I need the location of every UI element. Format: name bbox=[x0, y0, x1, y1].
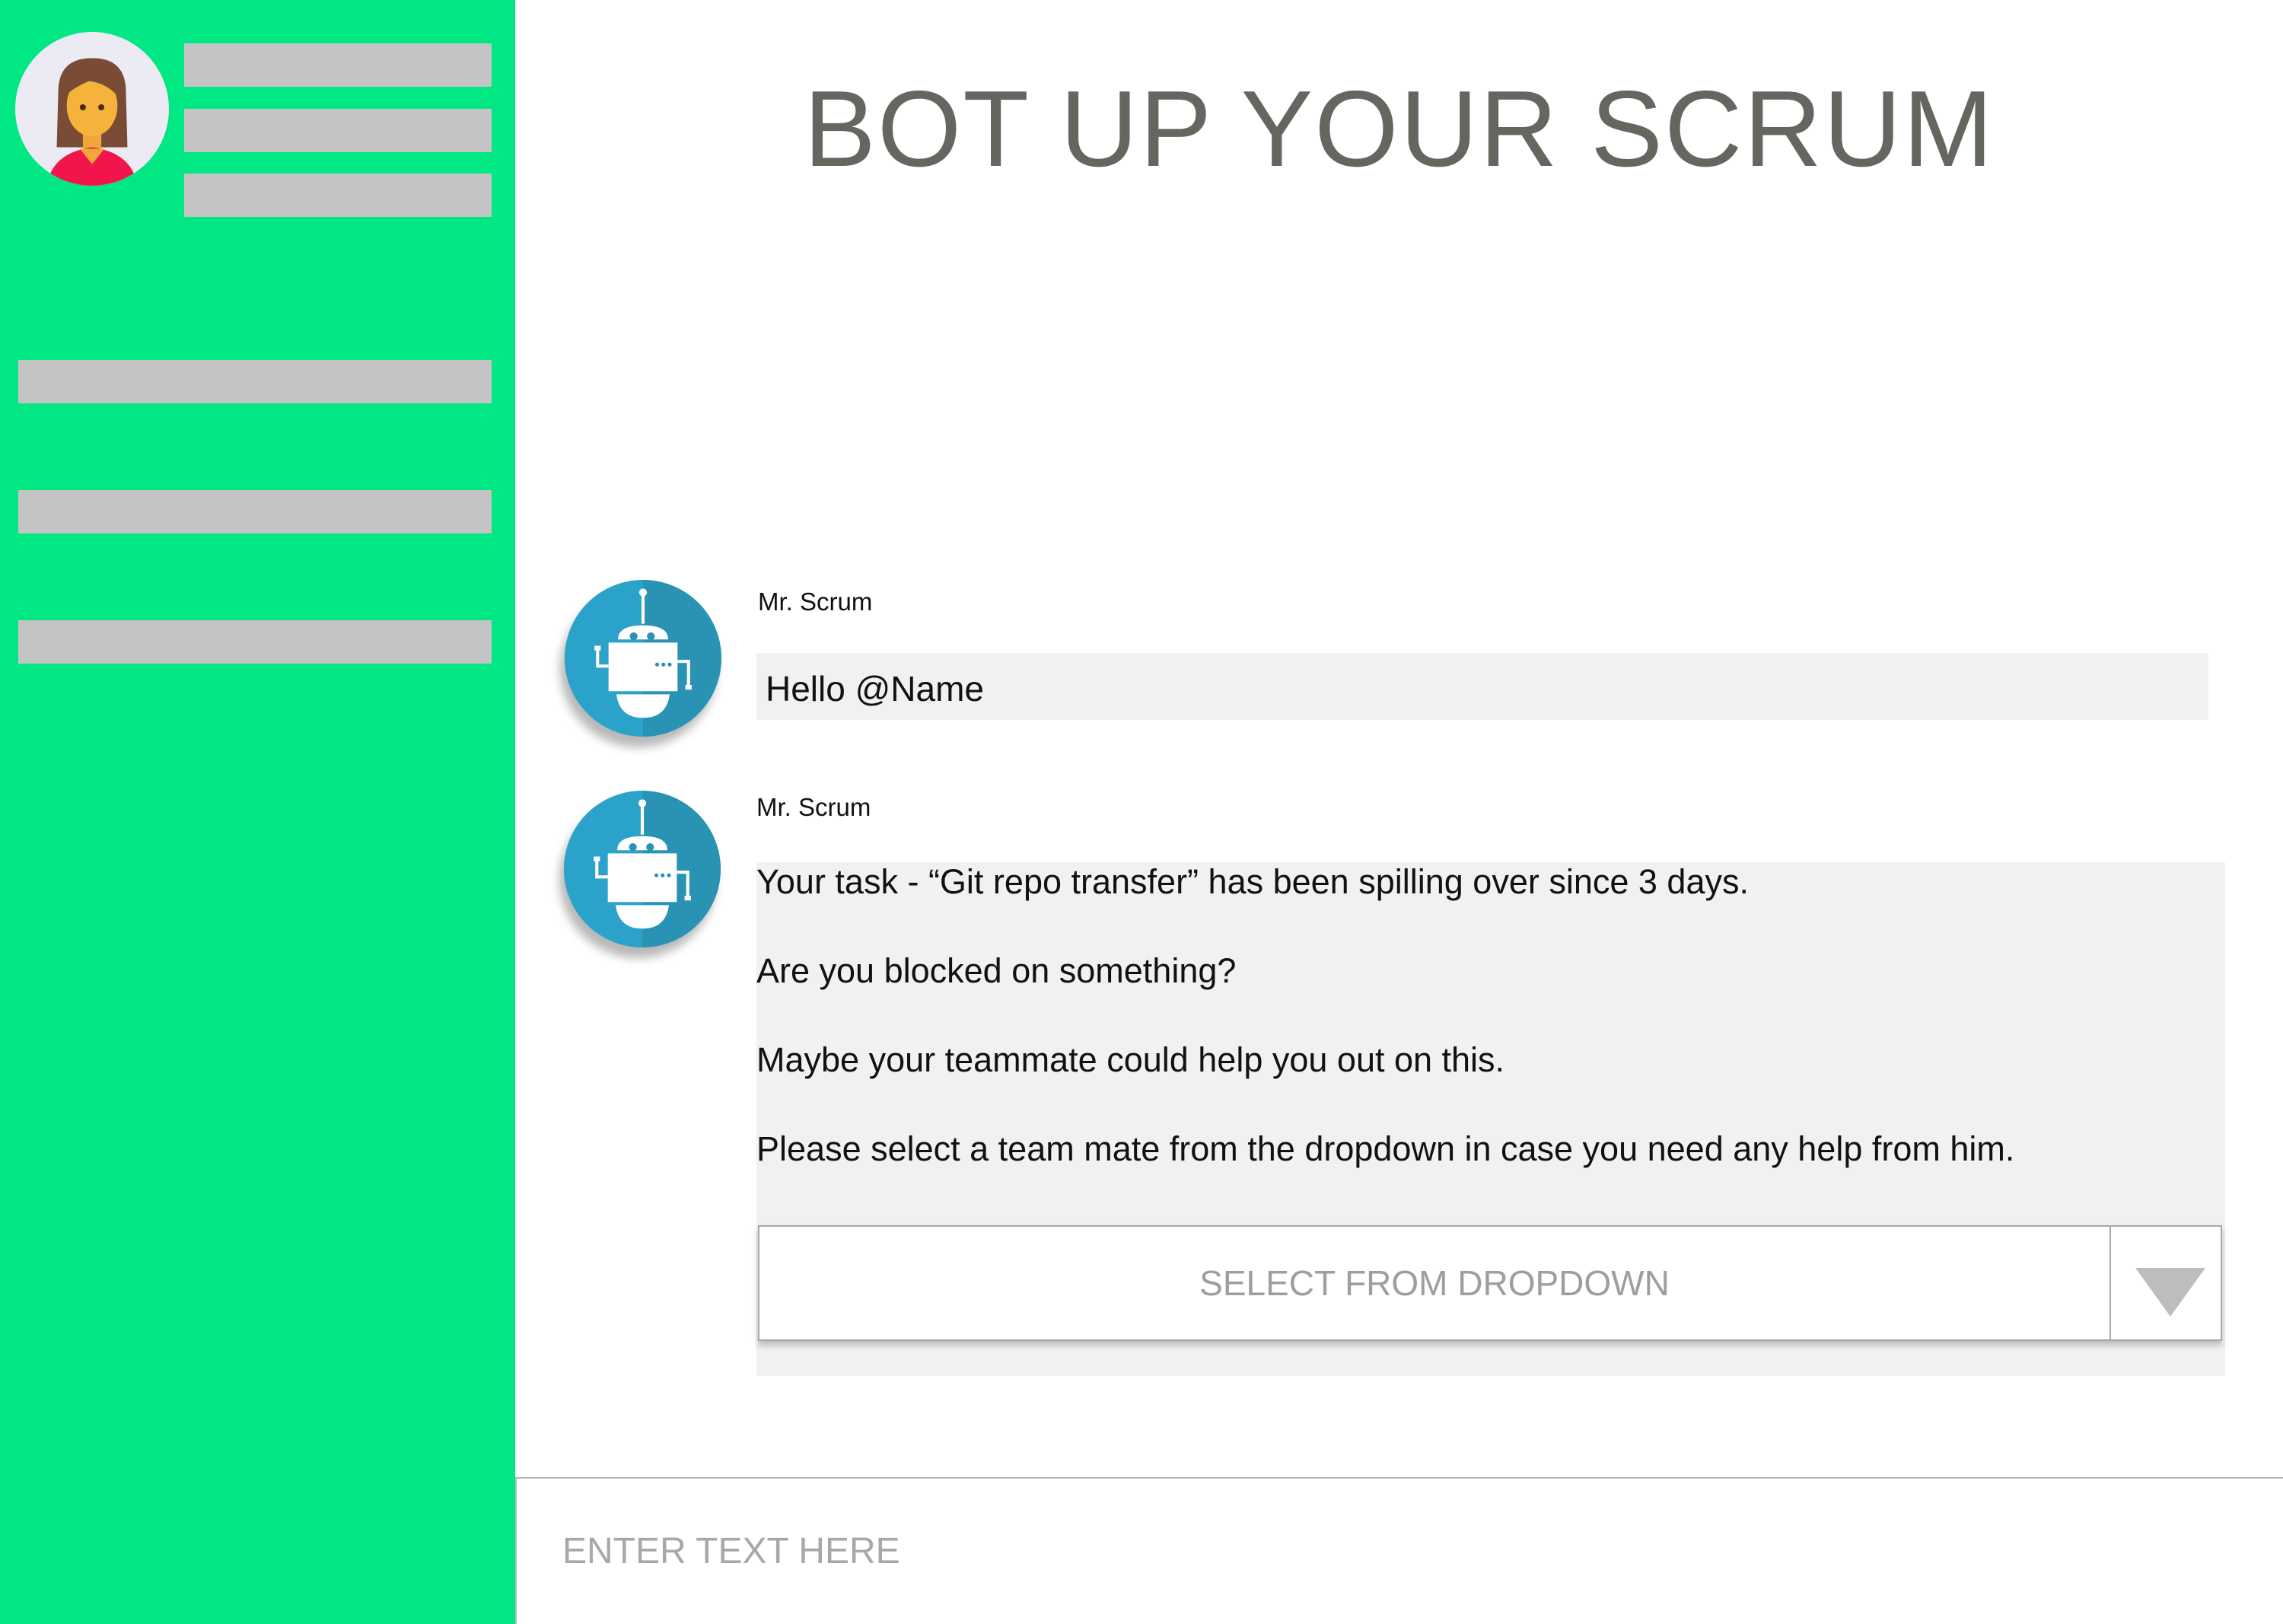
chevron-down-icon[interactable] bbox=[2135, 1268, 2205, 1317]
profile-placeholder-line bbox=[184, 43, 492, 87]
message-text: Are you blocked on something? bbox=[756, 951, 1237, 990]
dropdown-divider bbox=[2109, 1227, 2111, 1339]
message-text: Maybe your teammate could help you out o… bbox=[756, 1040, 1505, 1079]
page-title: BOT UP YOUR SCRUM bbox=[804, 68, 1995, 189]
sidebar-nav-item[interactable] bbox=[18, 490, 492, 533]
message-input[interactable] bbox=[515, 1477, 2283, 1624]
message-text: Hello @Name bbox=[766, 669, 985, 709]
message-text: Please select a team mate from the dropd… bbox=[756, 1129, 2015, 1168]
user-avatar[interactable] bbox=[15, 32, 169, 186]
profile-placeholder-line bbox=[184, 174, 492, 217]
message-bubble: Your task - “Git repo transfer” has been… bbox=[756, 862, 2225, 1376]
bot-avatar bbox=[565, 580, 721, 737]
sidebar-nav-item[interactable] bbox=[18, 360, 492, 403]
woman-avatar-icon bbox=[15, 32, 169, 186]
teammate-dropdown[interactable]: SELECT FROM DROPDOWN bbox=[758, 1225, 2222, 1341]
message-sender: Mr. Scrum bbox=[756, 793, 871, 821]
message-sender: Mr. Scrum bbox=[758, 588, 873, 616]
profile-placeholder-line bbox=[184, 109, 492, 152]
sidebar bbox=[0, 0, 515, 1624]
sidebar-nav-item[interactable] bbox=[18, 620, 492, 664]
message-text: Your task - “Git repo transfer” has been… bbox=[756, 862, 1749, 901]
bot-avatar bbox=[564, 791, 721, 947]
robot-icon bbox=[564, 791, 721, 947]
dropdown-selected-value[interactable]: SELECT FROM DROPDOWN bbox=[759, 1227, 2109, 1339]
robot-icon bbox=[565, 580, 721, 737]
message-bubble: Hello @Name bbox=[756, 653, 2208, 720]
